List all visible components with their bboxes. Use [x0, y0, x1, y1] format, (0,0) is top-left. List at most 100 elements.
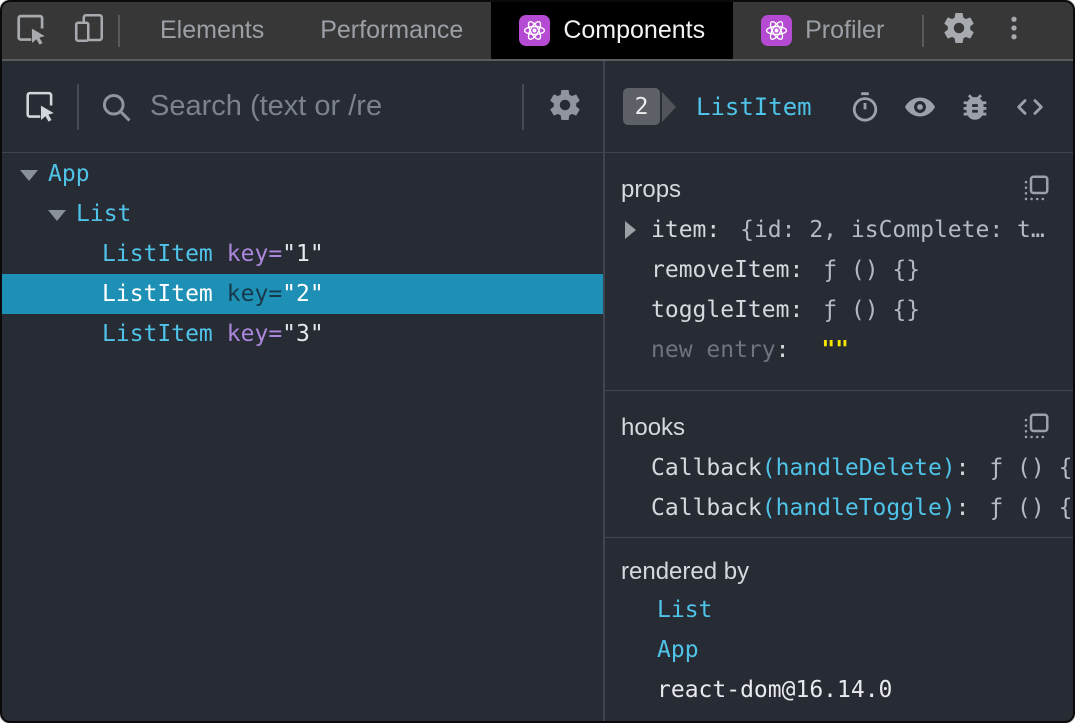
tree-row-list[interactable]: List: [2, 194, 603, 234]
prop-separator: :: [789, 297, 818, 323]
prop-row-item[interactable]: item: {id: 2, isComplete: t…: [605, 210, 1053, 250]
tab-label: Performance: [320, 16, 464, 44]
tab-elements[interactable]: Elements: [132, 2, 292, 59]
section-title: hooks: [621, 413, 686, 441]
renderer-version: react-dom@16.14.0: [657, 677, 893, 703]
devtools-settings-button[interactable]: [930, 2, 988, 59]
owner-link[interactable]: App: [657, 637, 699, 663]
tab-profiler[interactable]: Profiler: [733, 2, 912, 59]
key-attribute: key=: [226, 321, 283, 347]
hook-value: ƒ () {}: [989, 455, 1073, 481]
hook-value: ƒ () {}: [989, 495, 1073, 521]
key-value: "1": [282, 241, 324, 267]
hook-name: Callback: [651, 455, 762, 481]
owner-link[interactable]: List: [657, 597, 712, 623]
devtools-window: Elements Performance Components Profiler…: [0, 0, 1075, 723]
prop-value[interactable]: "": [821, 337, 849, 363]
prop-row-toggleitem[interactable]: toggleItem: ƒ () {}: [605, 290, 1053, 330]
hook-row-handletoggle[interactable]: Callback(handleToggle): ƒ () {}: [605, 488, 1073, 528]
device-toolbar-icon: [71, 10, 107, 51]
toolbar-separator: [77, 83, 79, 130]
owners-stack-badge[interactable]: 2: [623, 88, 676, 125]
key-value: "2": [282, 281, 324, 307]
toolbar-separator: [522, 83, 524, 130]
hook-row-handledelete[interactable]: Callback(handleDelete): ƒ () {}: [605, 448, 1073, 488]
tree-row-app[interactable]: App: [2, 154, 603, 194]
renderer-version-row: react-dom@16.14.0: [605, 670, 1053, 710]
prop-name: item: [651, 217, 707, 243]
inspect-cursor-icon: [13, 10, 49, 51]
component-tree-pane: App List ListItemkey="1" ListItemkey="2"…: [2, 61, 603, 721]
vertical-dots-icon: [999, 13, 1029, 48]
tree-row-listitem-3[interactable]: ListItem key= "3": [2, 314, 603, 354]
key-attribute: key=: [226, 281, 283, 307]
gear-icon: [547, 87, 583, 126]
debug-log-bug-button[interactable]: [958, 90, 992, 124]
key-value: "3": [282, 321, 324, 347]
badge-count: 2: [623, 88, 660, 125]
view-source-code-button[interactable]: [1013, 90, 1047, 124]
react-logo-icon: [761, 15, 793, 46]
owner-row-list[interactable]: List: [605, 590, 1053, 630]
hooks-section: hooks Callback(handleDelete): ƒ () {}: [605, 391, 1073, 538]
copy-hooks-button[interactable]: [1021, 411, 1051, 444]
prop-separator: :: [775, 337, 804, 363]
props-section-header: props: [605, 153, 1053, 210]
tab-label: Elements: [160, 16, 265, 44]
copy-props-button[interactable]: [1021, 173, 1051, 206]
badge-arrow-icon: [662, 91, 676, 122]
rendered-by-header: rendered by: [605, 538, 1053, 590]
prop-value: ƒ () {}: [823, 257, 921, 283]
copy-icon: [1021, 411, 1051, 444]
copy-icon: [1021, 173, 1051, 206]
tree-row-listitem-2-selected[interactable]: ListItem key= "2": [2, 274, 603, 314]
select-element-button[interactable]: [22, 87, 58, 126]
section-title: props: [621, 175, 682, 203]
search-input[interactable]: [150, 90, 503, 123]
component-name: App: [48, 161, 90, 187]
expand-arrow-icon[interactable]: [625, 221, 636, 239]
inspector-header: 2 ListItem: [605, 61, 1073, 153]
hook-name: Callback: [651, 495, 762, 521]
prop-separator: :: [706, 217, 735, 243]
inspect-element-button[interactable]: [2, 2, 60, 59]
tab-performance[interactable]: Performance: [292, 2, 491, 59]
prop-name: toggleItem: [651, 297, 790, 323]
component-tree: App List ListItem key= "1" ListItem key= "2"…: [2, 153, 603, 721]
prop-name: removeItem: [651, 257, 790, 283]
prop-row-removeitem[interactable]: removeItem: ƒ () {}: [605, 250, 1053, 290]
gear-icon: [941, 10, 977, 51]
tab-label: Profiler: [805, 16, 885, 44]
key-attribute: key=: [226, 241, 283, 267]
device-toolbar-button[interactable]: [60, 2, 118, 59]
expand-arrow-icon[interactable]: [20, 170, 38, 181]
component-inspector-pane: 2 ListItem props item: {id: 2, isComple…: [605, 61, 1073, 721]
expand-arrow-icon[interactable]: [48, 210, 66, 221]
tree-row-listitem-1[interactable]: ListItem key= "1": [2, 234, 603, 274]
hooks-section-header: hooks: [605, 391, 1053, 448]
suspense-timer-button[interactable]: [848, 90, 882, 124]
devtools-top-toolbar: Elements Performance Components Profiler: [2, 2, 1073, 61]
prop-name: new entry: [651, 337, 776, 363]
tree-settings-button[interactable]: [547, 87, 583, 126]
selected-component-title: ListItem: [696, 92, 812, 121]
components-panel: App List ListItemkey="1" ListItemkey="2"…: [2, 61, 1073, 721]
search-icon: [98, 89, 134, 125]
toolbar-separator: [118, 14, 120, 47]
props-section: props item: {id: 2, isComplete: t… remov…: [605, 153, 1073, 391]
tree-toolbar: [2, 61, 603, 153]
inspect-dom-eye-button[interactable]: [903, 90, 937, 124]
rendered-by-section: rendered by List App react-dom@16.14.0: [605, 538, 1073, 721]
component-name: List: [76, 201, 132, 227]
tab-components[interactable]: Components: [491, 2, 734, 59]
toolbar-separator: [922, 14, 925, 47]
component-name: ListItem: [102, 241, 213, 267]
hook-separator: :: [955, 455, 984, 481]
hook-callback-name: (handleToggle): [761, 495, 956, 521]
prop-value: {id: 2, isComplete: t…: [740, 217, 1045, 243]
component-name: ListItem: [102, 321, 213, 347]
component-name: ListItem: [102, 281, 213, 307]
owner-row-app[interactable]: App: [605, 630, 1053, 670]
prop-row-new-entry[interactable]: new entry: "": [605, 330, 1053, 370]
devtools-menu-button[interactable]: [988, 2, 1040, 59]
